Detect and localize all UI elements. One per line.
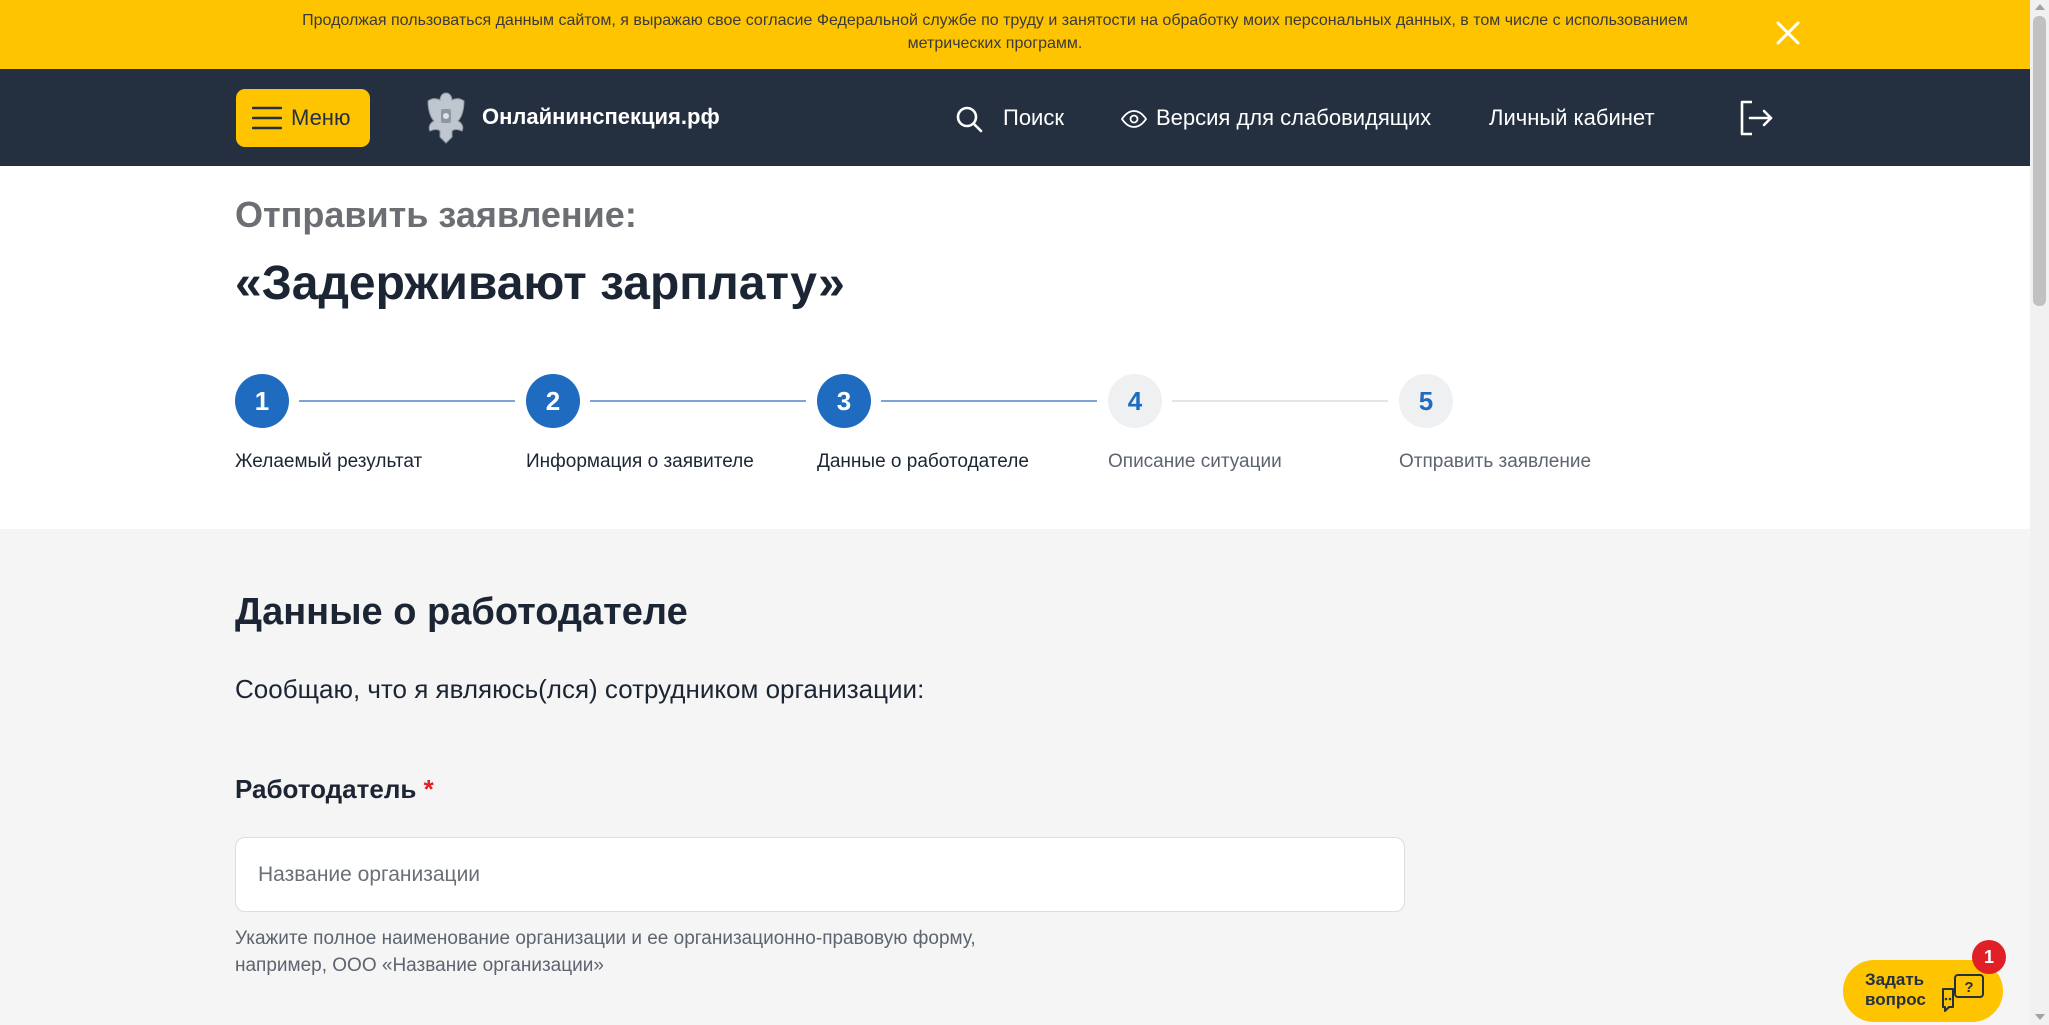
cookie-consent-text: Продолжая пользоваться данным сайтом, я … <box>302 12 1688 52</box>
scroll-down-arrow-icon[interactable] <box>2035 1014 2045 1020</box>
step-number: 5 <box>1399 374 1453 428</box>
step-connector <box>590 400 806 402</box>
cookie-consent-banner: Продолжая пользоваться данным сайтом, я … <box>0 0 2030 69</box>
step-desired-result[interactable]: 1 Желаемый результат <box>235 374 526 504</box>
ask-label-line: вопрос <box>1865 990 1926 1009</box>
site-header: Меню Онлайнинспекция.рф Поиск Версия для… <box>0 69 2030 166</box>
ask-question-label: Задать вопрос <box>1865 970 1926 1010</box>
step-label: Информация о заявителе <box>526 451 754 472</box>
step-number: 4 <box>1108 374 1162 428</box>
eye-icon <box>1120 110 1148 128</box>
menu-label: Меню <box>291 105 351 130</box>
site-name[interactable]: Онлайнинспекция.рф <box>482 103 720 131</box>
employer-label-text: Работодатель <box>235 774 417 804</box>
employer-field-hint: Укажите полное наименование организации … <box>235 925 1135 979</box>
step-situation-description[interactable]: 4 Описание ситуации <box>1108 374 1399 504</box>
menu-button[interactable]: Меню <box>236 89 370 147</box>
search-icon <box>955 105 983 133</box>
hint-line: Укажите полное наименование организации … <box>235 928 976 949</box>
section-title: Данные о работодателе <box>235 591 688 633</box>
step-connector <box>299 400 515 402</box>
hint-line: например, ООО «Название организации» <box>235 955 604 976</box>
scroll-up-arrow-icon[interactable] <box>2035 4 2045 10</box>
step-number: 1 <box>235 374 289 428</box>
step-label: Данные о работодателе <box>817 451 1029 472</box>
personal-cabinet-link[interactable]: Личный кабинет <box>1489 104 1655 132</box>
coat-of-arms-icon[interactable] <box>422 89 470 145</box>
step-send-application[interactable]: 5 Отправить заявление <box>1399 374 1690 504</box>
step-label: Описание ситуации <box>1108 451 1282 472</box>
close-icon[interactable] <box>1772 17 1804 49</box>
low-vision-version-label: Версия для слабовидящих <box>1156 105 1432 130</box>
page-subtitle: Отправить заявление: <box>235 194 637 235</box>
chat-question-icon: ? <box>1941 973 1985 1013</box>
step-connector <box>881 400 1097 402</box>
page-title: «Задерживают зарплату» <box>235 257 845 310</box>
progress-stepper: 1 Желаемый результат 2 Информация о заяв… <box>235 374 1635 504</box>
step-number: 2 <box>526 374 580 428</box>
ask-label-line: Задать <box>1865 970 1925 989</box>
page: Продолжая пользоваться данным сайтом, я … <box>0 0 2049 1025</box>
svg-text:?: ? <box>1964 979 1973 996</box>
step-applicant-info[interactable]: 2 Информация о заявителе <box>526 374 817 504</box>
required-mark: * <box>423 774 434 804</box>
employer-name-input[interactable] <box>235 837 1405 912</box>
employer-form-section: Данные о работодателе Сообщаю, что я явл… <box>0 529 2030 1025</box>
section-lead: Сообщаю, что я являюсь(лся) сотрудником … <box>235 674 925 704</box>
employer-field-label: Работодатель * <box>235 773 434 805</box>
step-number: 3 <box>817 374 871 428</box>
application-intro: Отправить заявление: «Задерживают зарпла… <box>0 166 2030 529</box>
logout-icon[interactable] <box>1738 99 1774 137</box>
step-connector <box>1172 400 1388 402</box>
step-employer-data[interactable]: 3 Данные о работодателе <box>817 374 1108 504</box>
step-label: Отправить заявление <box>1399 451 1592 472</box>
page-scrollbar[interactable] <box>2030 0 2049 1025</box>
hamburger-icon <box>251 105 283 131</box>
search-label: Поиск <box>1003 105 1064 130</box>
notification-badge: 1 <box>1972 940 2006 974</box>
scroll-thumb[interactable] <box>2033 16 2046 306</box>
step-label: Желаемый результат <box>235 451 423 472</box>
